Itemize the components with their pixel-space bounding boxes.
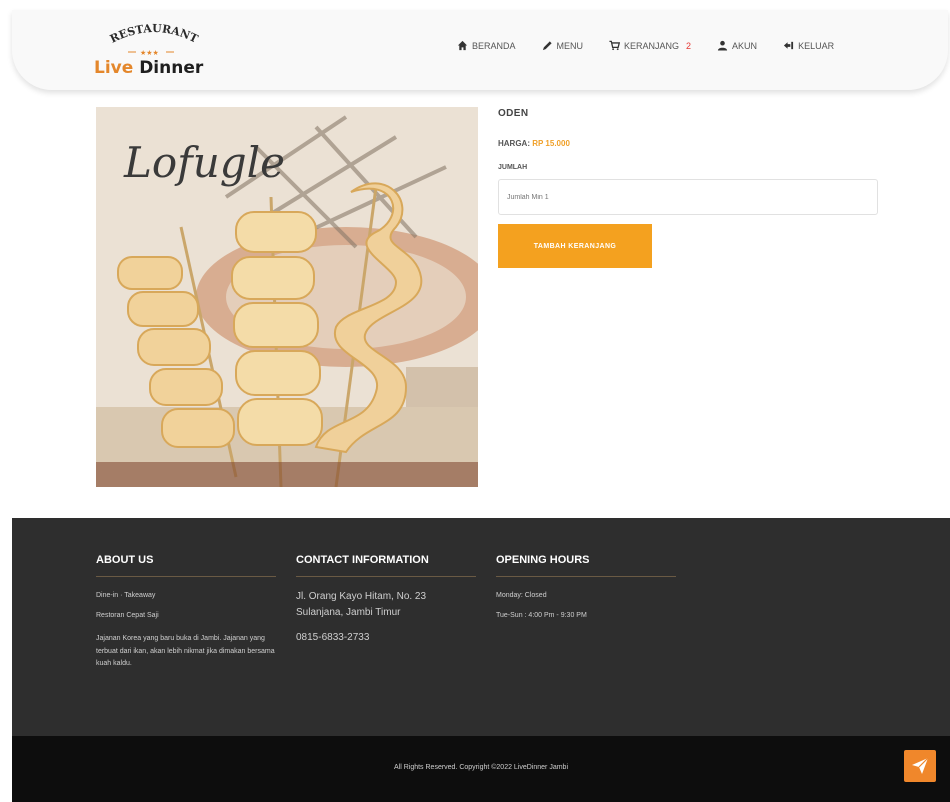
hours-tue-sun: Tue-Sun : 4:00 Pm - 9:30 PM <box>496 611 587 619</box>
about-description: Jajanan Korea yang baru buka di Jambi. J… <box>96 634 275 668</box>
product-photo: Lofugle <box>96 107 478 487</box>
hours-monday: Monday: Closed <box>496 592 547 599</box>
product-title: ODEN <box>498 108 529 119</box>
svg-text:★★★: ★★★ <box>140 49 159 57</box>
copyright-text: All Rights Reserved. Copyright ©2022 Liv… <box>393 764 568 771</box>
logo-arc-text: RESTAURANT <box>108 22 201 46</box>
nav-keranjang[interactable]: KERANJANG 2 <box>609 40 691 51</box>
nav-beranda[interactable]: BERANDA <box>457 40 516 51</box>
nav-label: BERANDA <box>472 40 516 51</box>
back-to-top-button[interactable] <box>904 750 936 782</box>
contact-title: CONTACT INFORMATION <box>296 554 476 577</box>
add-to-cart-button[interactable]: TAMBAH KERANJANG <box>498 224 652 268</box>
paper-plane-icon <box>912 757 929 774</box>
logo-word-dinner: Dinner <box>133 58 204 78</box>
cart-count-badge: 2 <box>686 40 692 51</box>
contact-address: Jl. Orang Kayo Hitam, No. 23 Sulanjana, … <box>296 591 427 618</box>
footer-contact: CONTACT INFORMATION Jl. Orang Kayo Hitam… <box>296 554 476 646</box>
header: RESTAURANT ★★★ Live Dinner BERANDA MENU <box>12 10 948 90</box>
about-service: Dine-in · Takeaway <box>96 592 156 599</box>
main-nav: BERANDA MENU KERANJANG 2 AKUN KELUAR <box>457 40 860 51</box>
oden-food-image: Lofugle <box>96 107 478 487</box>
contact-phone[interactable]: 0815-6833-2733 <box>296 630 476 646</box>
logo-wordmark: Live Dinner <box>94 58 203 78</box>
nav-label: MENU <box>556 40 584 51</box>
price-value: RP 15.000 <box>532 139 570 148</box>
photo-watermark: Lofugle <box>123 138 285 187</box>
pencil-icon <box>542 41 552 51</box>
footer: ABOUT US Dine-in · Takeaway Restoran Cep… <box>12 518 950 736</box>
footer-hours: OPENING HOURS Monday: Closed Tue-Sun : 4… <box>496 554 676 621</box>
cart-icon <box>609 40 621 51</box>
footer-about: ABOUT US Dine-in · Takeaway Restoran Cep… <box>96 554 282 671</box>
nav-akun[interactable]: AKUN <box>717 40 757 51</box>
price-row: HARGA: RP 15.000 <box>498 139 880 148</box>
user-icon <box>717 40 728 51</box>
footer-bottom-bar: All Rights Reserved. Copyright ©2022 Liv… <box>12 736 950 802</box>
quantity-label: JUMLAH <box>498 164 528 171</box>
nav-menu[interactable]: MENU <box>542 40 584 51</box>
about-category: Restoran Cepat Saji <box>96 611 159 619</box>
hours-title: OPENING HOURS <box>496 554 676 577</box>
page: RESTAURANT ★★★ Live Dinner BERANDA MENU <box>0 0 950 802</box>
product-details: ODEN HARGA: RP 15.000 JUMLAH TAMBAH KERA… <box>498 108 880 268</box>
logo[interactable]: RESTAURANT ★★★ Live Dinner <box>84 22 224 84</box>
logo-arc: RESTAURANT ★★★ <box>108 22 201 57</box>
quantity-input[interactable] <box>498 179 878 215</box>
nav-label: KELUAR <box>798 40 835 51</box>
home-icon <box>457 40 468 51</box>
nav-label: AKUN <box>732 40 758 51</box>
logo-word-live: Live <box>94 58 134 78</box>
about-title: ABOUT US <box>96 554 276 577</box>
svg-text:RESTAURANT: RESTAURANT <box>108 22 201 46</box>
price-label: HARGA: <box>498 139 530 148</box>
logout-icon <box>783 41 794 50</box>
nav-label: KERANJANG <box>624 40 680 51</box>
nav-keluar[interactable]: KELUAR <box>783 40 834 51</box>
